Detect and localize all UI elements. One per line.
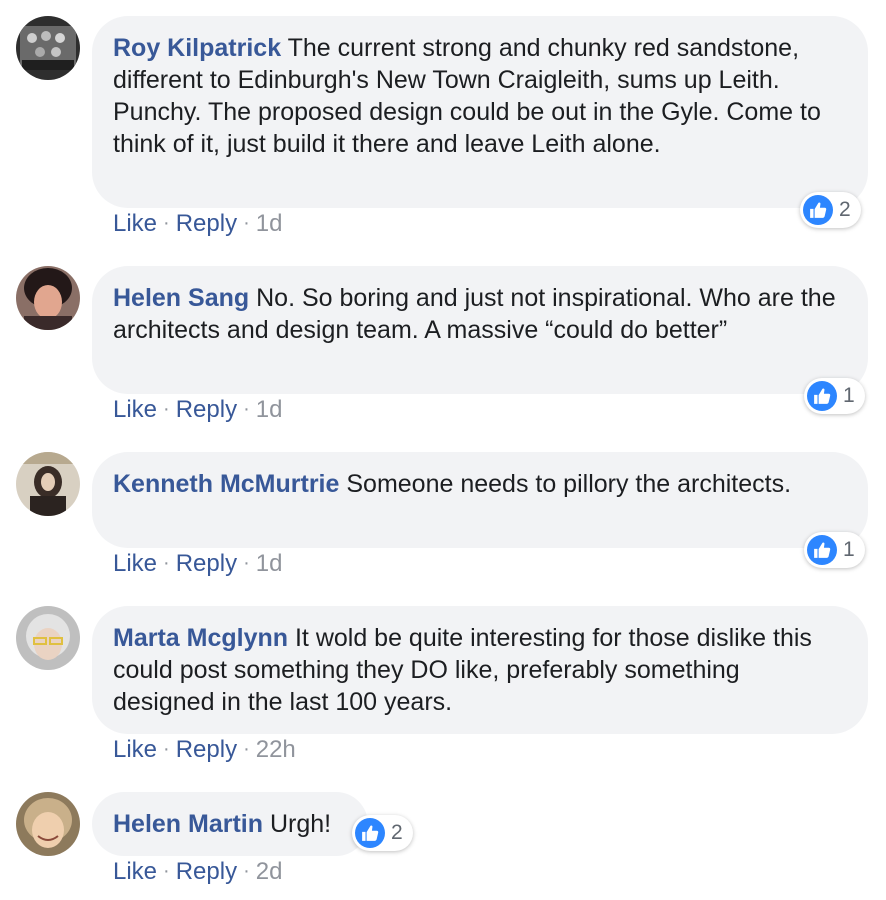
- separator-dot: ·: [163, 552, 170, 574]
- avatar[interactable]: [16, 16, 80, 80]
- comment-timestamp[interactable]: 1d: [256, 210, 283, 237]
- reaction-summary[interactable]: 2: [352, 815, 413, 851]
- reply-link[interactable]: Reply: [176, 396, 237, 423]
- reaction-count: 2: [839, 198, 851, 221]
- separator-dot: ·: [163, 738, 170, 760]
- comment-bubble: Marta Mcglynn It wold be quite interesti…: [92, 606, 868, 734]
- avatar-image-icon: [16, 16, 80, 80]
- comment-actions: Like · Reply · 1d: [113, 550, 282, 578]
- reaction-summary[interactable]: 1: [804, 378, 865, 414]
- reaction-summary[interactable]: 1: [804, 532, 865, 568]
- like-reaction-icon: [803, 195, 833, 225]
- like-link[interactable]: Like: [113, 396, 157, 423]
- separator-dot: ·: [243, 552, 250, 574]
- separator-dot: ·: [243, 860, 250, 882]
- reply-link[interactable]: Reply: [176, 858, 237, 885]
- reaction-summary[interactable]: 2: [800, 192, 861, 228]
- like-link[interactable]: Like: [113, 858, 157, 885]
- comment-timestamp[interactable]: 2d: [256, 858, 283, 885]
- comment-text: Urgh!: [269, 810, 332, 838]
- avatar[interactable]: [16, 452, 80, 516]
- separator-dot: ·: [243, 212, 250, 234]
- comment-actions: Like · Reply · 22h: [113, 736, 296, 764]
- separator-dot: ·: [163, 212, 170, 234]
- comment-timestamp[interactable]: 22h: [256, 736, 296, 763]
- separator-dot: ·: [243, 398, 250, 420]
- separator-dot: ·: [163, 860, 170, 882]
- reaction-count: 2: [391, 821, 403, 844]
- like-link[interactable]: Like: [113, 210, 157, 237]
- avatar-image-icon: [16, 606, 80, 670]
- avatar[interactable]: [16, 606, 80, 670]
- comment-author[interactable]: Helen Martin: [113, 810, 263, 838]
- like-link[interactable]: Like: [113, 736, 157, 763]
- like-reaction-icon: [807, 381, 837, 411]
- avatar-image-icon: [16, 266, 80, 330]
- comment-actions: Like · Reply · 2d: [113, 858, 282, 886]
- comment-author[interactable]: Helen Sang: [113, 284, 249, 312]
- avatar[interactable]: [16, 266, 80, 330]
- comment-bubble: Roy Kilpatrick The current strong and ch…: [92, 16, 868, 208]
- comment-author[interactable]: Kenneth McMurtrie: [113, 470, 339, 498]
- comment-bubble: Helen Martin Urgh!: [92, 792, 368, 856]
- separator-dot: ·: [163, 398, 170, 420]
- comment-timestamp[interactable]: 1d: [256, 396, 283, 423]
- comment-bubble: Kenneth McMurtrie Someone needs to pillo…: [92, 452, 868, 548]
- avatar[interactable]: [16, 792, 80, 856]
- comment-actions: Like · Reply · 1d: [113, 396, 282, 424]
- comment-timestamp[interactable]: 1d: [256, 550, 283, 577]
- like-reaction-icon: [807, 535, 837, 565]
- comment-author[interactable]: Roy Kilpatrick: [113, 34, 281, 62]
- separator-dot: ·: [243, 738, 250, 760]
- comment-author[interactable]: Marta Mcglynn: [113, 624, 288, 652]
- comment-text: Someone needs to pillory the architects.: [346, 470, 792, 498]
- reply-link[interactable]: Reply: [176, 210, 237, 237]
- comment-bubble: Helen Sang No. So boring and just not in…: [92, 266, 868, 394]
- like-link[interactable]: Like: [113, 550, 157, 577]
- avatar-image-icon: [16, 452, 80, 516]
- reaction-count: 1: [843, 538, 855, 561]
- like-reaction-icon: [355, 818, 385, 848]
- reaction-count: 1: [843, 384, 855, 407]
- reply-link[interactable]: Reply: [176, 550, 237, 577]
- comment-actions: Like · Reply · 1d: [113, 210, 282, 238]
- avatar-image-icon: [16, 792, 80, 856]
- reply-link[interactable]: Reply: [176, 736, 237, 763]
